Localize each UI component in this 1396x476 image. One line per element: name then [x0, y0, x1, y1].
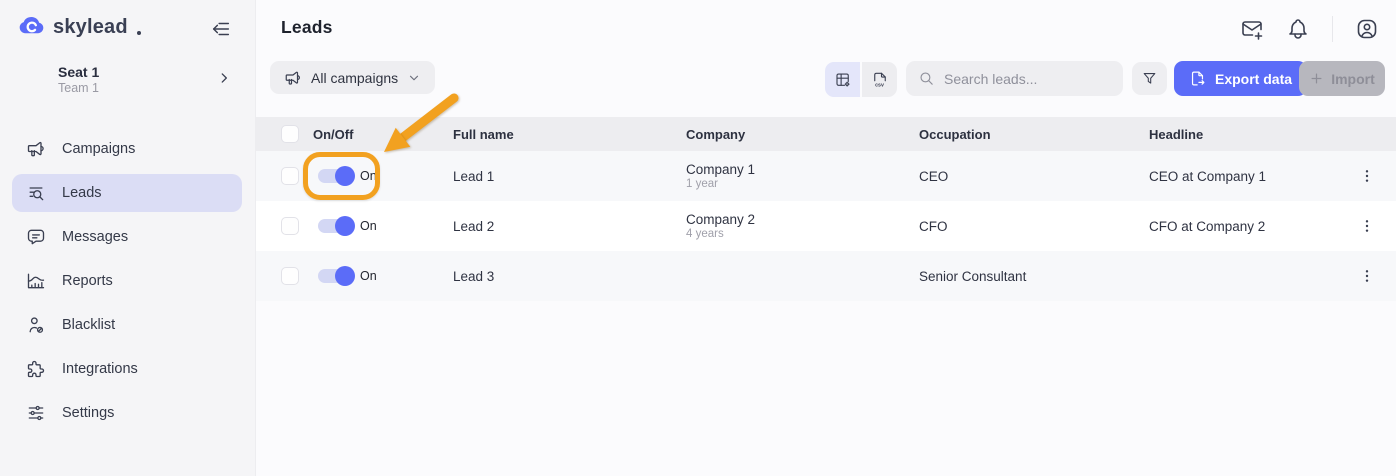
main-content: Leads: [256, 0, 1396, 476]
sidebar-item-label: Settings: [62, 405, 114, 421]
brand-name: skylead: [53, 14, 128, 40]
chevron-down-icon: [407, 71, 421, 85]
export-data-label: Export data: [1215, 71, 1292, 87]
sidebar-item-campaigns[interactable]: Campaigns: [12, 130, 242, 168]
funnel-icon: [1141, 70, 1158, 87]
cloud-logo-icon: [18, 13, 45, 40]
megaphone-icon: [26, 139, 46, 159]
collapse-sidebar-icon[interactable]: [208, 16, 234, 42]
occupation-cell: CEO: [906, 169, 1136, 184]
column-header-headline: Headline: [1136, 127, 1356, 142]
csv-view-button[interactable]: csv: [862, 62, 897, 97]
search-icon: [918, 70, 935, 87]
row-checkbox[interactable]: [281, 217, 299, 235]
sidebar: skylead Seat 1 Team 1: [0, 0, 256, 476]
sidebar-item-label: Reports: [62, 273, 113, 289]
full-name-cell: Lead 1: [440, 169, 673, 184]
brand-dot: [137, 31, 141, 35]
sliders-icon: [26, 403, 46, 423]
skylead-app: skylead Seat 1 Team 1: [0, 0, 1396, 476]
sidebar-item-label: Leads: [62, 185, 102, 201]
table-row: On Lead 1 Company 1 1 year CEO CEO at Co…: [256, 151, 1396, 201]
file-export-icon: [1189, 70, 1206, 87]
page-title: Leads: [281, 17, 333, 38]
view-toggle: csv: [825, 62, 897, 97]
row-checkbox[interactable]: [281, 167, 299, 185]
company-tenure: 4 years: [686, 227, 906, 241]
brand: skylead: [18, 13, 141, 40]
on-off-toggle[interactable]: [318, 219, 352, 233]
sidebar-item-label: Blacklist: [62, 317, 115, 333]
sidebar-item-reports[interactable]: Reports: [12, 262, 242, 300]
seat-title: Seat 1: [58, 64, 99, 80]
company-tenure: 1 year: [686, 177, 906, 191]
header-divider: [1332, 16, 1333, 42]
puzzle-icon: [26, 359, 46, 379]
toggle-label: On: [360, 169, 377, 183]
sidebar-item-integrations[interactable]: Integrations: [12, 350, 242, 388]
row-checkbox[interactable]: [281, 267, 299, 285]
row-menu-kebab-icon[interactable]: [1357, 165, 1377, 187]
campaign-filter-label: All campaigns: [311, 70, 398, 86]
sidebar-item-label: Integrations: [62, 361, 138, 377]
sidebar-item-settings[interactable]: Settings: [12, 394, 242, 432]
on-off-toggle[interactable]: [318, 269, 352, 283]
column-header-company: Company: [673, 127, 906, 142]
sidebar-item-leads[interactable]: Leads: [12, 174, 242, 212]
sidebar-item-label: Messages: [62, 229, 128, 245]
sidebar-menu: Campaigns Leads Messages: [12, 124, 242, 438]
filter-button[interactable]: [1132, 62, 1167, 95]
export-data-button[interactable]: Export data: [1174, 61, 1307, 96]
full-name-cell: Lead 2: [440, 219, 673, 234]
table-settings-view-button[interactable]: [825, 62, 860, 97]
headline-cell: CFO at Company 2: [1136, 219, 1356, 234]
sidebar-item-messages[interactable]: Messages: [12, 218, 242, 256]
user-avatar-icon[interactable]: [1355, 17, 1379, 41]
occupation-cell: Senior Consultant: [906, 269, 1136, 284]
toggle-knob: [335, 266, 355, 286]
bell-icon[interactable]: [1286, 17, 1310, 41]
company-cell: Company 2 4 years: [673, 212, 906, 241]
import-label: Import: [1331, 71, 1375, 87]
column-header-onoff: On/Off: [300, 127, 440, 142]
sidebar-item-label: Campaigns: [62, 141, 135, 157]
toggle-knob: [335, 166, 355, 186]
sidebar-item-blacklist[interactable]: Blacklist: [12, 306, 242, 344]
occupation-cell: CFO: [906, 219, 1136, 234]
company-cell: Company 1 1 year: [673, 162, 906, 191]
toggle-label: On: [360, 269, 377, 283]
toggle-label: On: [360, 219, 377, 233]
full-name-cell: Lead 3: [440, 269, 673, 284]
row-menu-kebab-icon[interactable]: [1357, 215, 1377, 237]
toggle-knob: [335, 216, 355, 236]
seat-subtitle: Team 1: [58, 81, 99, 95]
import-button[interactable]: Import: [1299, 61, 1385, 96]
message-icon: [26, 227, 46, 247]
search-input[interactable]: [944, 61, 1116, 96]
list-search-icon: [26, 183, 46, 203]
select-all-checkbox[interactable]: [281, 125, 299, 143]
table-row: On Lead 2 Company 2 4 years CFO CFO at C…: [256, 201, 1396, 251]
megaphone-icon: [284, 69, 302, 87]
campaign-filter-dropdown[interactable]: All campaigns: [270, 61, 435, 94]
header-actions: [1240, 16, 1379, 42]
chevron-right-icon: [217, 71, 231, 85]
column-header-occupation: Occupation: [906, 127, 1136, 142]
plus-icon: [1309, 71, 1324, 86]
table-row: On Lead 3 Senior Consultant: [256, 251, 1396, 301]
seat-selector[interactable]: Seat 1 Team 1: [0, 62, 255, 102]
search-bar: [906, 61, 1123, 96]
column-header-fullname: Full name: [440, 127, 673, 142]
row-menu-kebab-icon[interactable]: [1357, 265, 1377, 287]
table-header-row: On/Off Full name Company Occupation Head…: [256, 117, 1396, 151]
user-block-icon: [26, 315, 46, 335]
mail-plus-icon[interactable]: [1240, 17, 1264, 41]
chart-icon: [26, 271, 46, 291]
on-off-toggle[interactable]: [318, 169, 352, 183]
svg-text:csv: csv: [875, 82, 884, 88]
headline-cell: CEO at Company 1: [1136, 169, 1356, 184]
leads-table: On/Off Full name Company Occupation Head…: [256, 117, 1396, 301]
